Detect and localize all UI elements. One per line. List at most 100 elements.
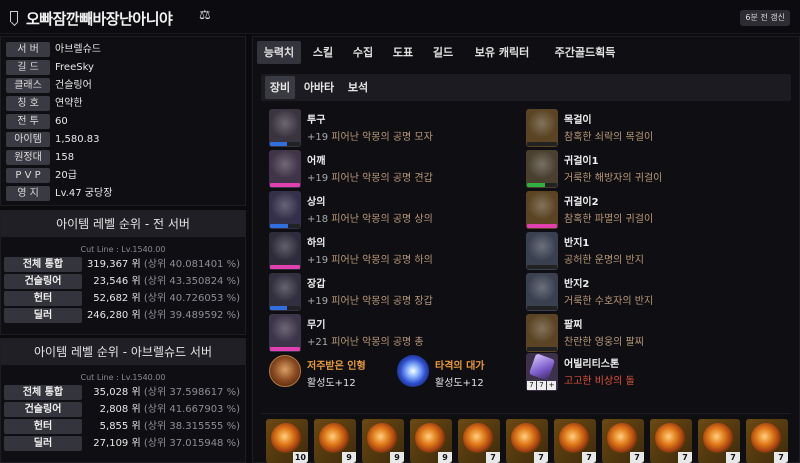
- equipment-item[interactable]: 반지1 공허한 운명의 반지: [526, 232, 776, 270]
- equipment-item[interactable]: 상의 +18 피어난 악몽의 공명 상의: [269, 191, 519, 229]
- upgrade-level: +19: [307, 255, 329, 266]
- earring-icon: [526, 191, 558, 223]
- info-label: P V P: [6, 168, 50, 183]
- character-name: 오빠잠깐빼바장난아니야: [26, 10, 173, 28]
- equipment-description: 찬란한 영웅의 팔찌: [564, 333, 644, 348]
- gem-slot[interactable]: 9: [314, 419, 356, 463]
- rank-category: 건슬링어: [4, 274, 82, 289]
- tab-chart[interactable]: 도표: [385, 41, 421, 64]
- upgrade-level: +19: [307, 173, 329, 184]
- rank-category: 딜러: [4, 308, 82, 323]
- gem-icon: [703, 423, 733, 453]
- ring-icon: [526, 232, 558, 264]
- equipment-item[interactable]: 무기 +21 피어난 악몽의 공명 총: [269, 314, 519, 352]
- rank-row: 전체 통합 319,367 위 (상위 40.081401 %): [1, 257, 245, 273]
- equipment-slot: [526, 232, 558, 270]
- rank-category: 헌터: [4, 419, 82, 434]
- refresh-button[interactable]: 6분 전 갱신: [740, 10, 790, 26]
- gem-slot[interactable]: 7: [602, 419, 644, 463]
- gem-level: 7: [534, 452, 548, 463]
- earring-icon: [526, 150, 558, 182]
- equipment-name: 귀걸이2: [564, 197, 599, 208]
- right-panel: 능력치 스킬 수집 도표 길드 보유 캐릭터 주간골드획득 장비 아바타 보석 …: [252, 36, 800, 463]
- equipment-name: 하의: [307, 238, 326, 249]
- gem-icon: [367, 423, 397, 453]
- equipment-name: 어깨: [307, 156, 326, 167]
- ability-stone[interactable]: 7 7 + 어빌리티스톤 고고한 비상의 돌: [526, 353, 696, 393]
- gem-slot[interactable]: 7: [458, 419, 500, 463]
- rank-all-servers-panel: 아이템 레벨 순위 - 전 서버 Cut Line : Lv.1540.00 전…: [0, 210, 246, 335]
- ability-stone-label: 어빌리티스톤: [564, 359, 620, 370]
- tab-stats[interactable]: 능력치: [257, 41, 301, 64]
- equipment-name: 장갑: [307, 279, 326, 290]
- rank-value: 27,109 위 (상위 37.015948 %): [93, 438, 240, 449]
- equipment-description: +19 피어난 악몽의 공명 하의: [307, 251, 433, 266]
- equipment-slot: [269, 191, 301, 229]
- gem-icon: [415, 423, 445, 453]
- sub-tabs: 장비 아바타 보석: [261, 74, 791, 101]
- gem-level: 7: [486, 452, 500, 463]
- subtab-avatar[interactable]: 아바타: [299, 76, 339, 99]
- equipment-item[interactable]: 팔찌찬란한 영웅의 팔찌: [526, 314, 776, 352]
- equipment-slot: [269, 232, 301, 270]
- quality-bar: [527, 265, 557, 269]
- tab-guild[interactable]: 길드: [425, 41, 461, 64]
- rank-row: 딜러 246,280 위 (상위 39.489592 %): [1, 308, 245, 324]
- subtab-gems[interactable]: 보석: [343, 76, 373, 99]
- equipment-item[interactable]: 하의 +19 피어난 악몽의 공명 하의: [269, 232, 519, 270]
- info-label: 전 투: [6, 114, 50, 129]
- equipment-name: 목걸이: [564, 115, 592, 126]
- equipment-item[interactable]: 목걸이참혹한 쇠락의 목걸이: [526, 109, 776, 147]
- rank-category: 건슬링어: [4, 402, 82, 417]
- rank-value: 52,682 위 (상위 40.726053 %): [93, 293, 240, 304]
- gem-slot[interactable]: 7: [746, 419, 788, 463]
- rank-category: 헌터: [4, 291, 82, 306]
- gem-icon: [511, 423, 541, 453]
- equipment-slot: [269, 150, 301, 188]
- gem-slot[interactable]: 7: [698, 419, 740, 463]
- gem-slot[interactable]: 7: [506, 419, 548, 463]
- gem-slot[interactable]: 7: [554, 419, 596, 463]
- chest-icon: [269, 191, 301, 223]
- gem-slot[interactable]: 10: [266, 419, 308, 463]
- gem-slot[interactable]: 9: [410, 419, 452, 463]
- item-name: 참혹한 쇠락의 목걸이: [564, 132, 654, 143]
- gem-slot[interactable]: 7: [650, 419, 692, 463]
- equipment-name: 귀걸이1: [564, 156, 599, 167]
- equipment-slot: [526, 109, 558, 147]
- equipment-item[interactable]: 귀걸이2 참혹한 파멸의 귀걸이: [526, 191, 776, 229]
- item-name: 피어난 악몽의 공명 상의: [331, 214, 433, 225]
- gem-icon: [655, 423, 685, 453]
- helmet-icon: [269, 109, 301, 141]
- subtab-equipment[interactable]: 장비: [265, 76, 295, 99]
- equipment-name: 팔찌: [564, 320, 583, 331]
- equipment-item[interactable]: 반지2 거룩한 수호자의 반지: [526, 273, 776, 311]
- item-name: 참혹한 파멸의 귀걸이: [564, 214, 654, 225]
- gem-level: 9: [342, 452, 356, 463]
- tab-skills[interactable]: 스킬: [305, 41, 341, 64]
- bookmark-icon[interactable]: [10, 11, 18, 22]
- equipment-item[interactable]: 귀걸이1 거룩한 해방자의 귀걸이: [526, 150, 776, 188]
- scale-icon[interactable]: ⚖: [199, 8, 211, 23]
- equipment-slot: [526, 150, 558, 188]
- gem-level: 7: [774, 452, 788, 463]
- gem-icon: [559, 423, 589, 453]
- tab-weekly-gold[interactable]: 주간골드획득: [543, 41, 627, 64]
- ring-icon: [526, 273, 558, 305]
- info-value: 1,580.83: [55, 134, 100, 145]
- equipment-item[interactable]: 투구 +19 피어난 악몽의 공명 모자: [269, 109, 519, 147]
- rank-row: 건슬링어 2,808 위 (상위 41.667903 %): [1, 402, 245, 418]
- tab-characters[interactable]: 보유 캐릭터: [465, 41, 539, 64]
- equipment-name: 투구: [307, 115, 326, 126]
- equipment-slot: [526, 314, 558, 352]
- engraving-value: 활성도+12: [435, 378, 484, 389]
- gem-slot[interactable]: 9: [362, 419, 404, 463]
- header-bar: 오빠잠깐빼바장난아니야 ⚖ 6분 전 갱신: [0, 0, 800, 34]
- item-name: 거룩한 해방자의 귀걸이: [564, 173, 663, 184]
- equipment-item[interactable]: 장갑 +19 피어난 악몽의 공명 장갑: [269, 273, 519, 311]
- tab-collection[interactable]: 수집: [345, 41, 381, 64]
- quality-bar: [270, 306, 300, 310]
- equipment-slot: [269, 273, 301, 311]
- equipment-item[interactable]: 어깨 +19 피어난 악몽의 공명 견갑: [269, 150, 519, 188]
- equipment-slot: [526, 191, 558, 229]
